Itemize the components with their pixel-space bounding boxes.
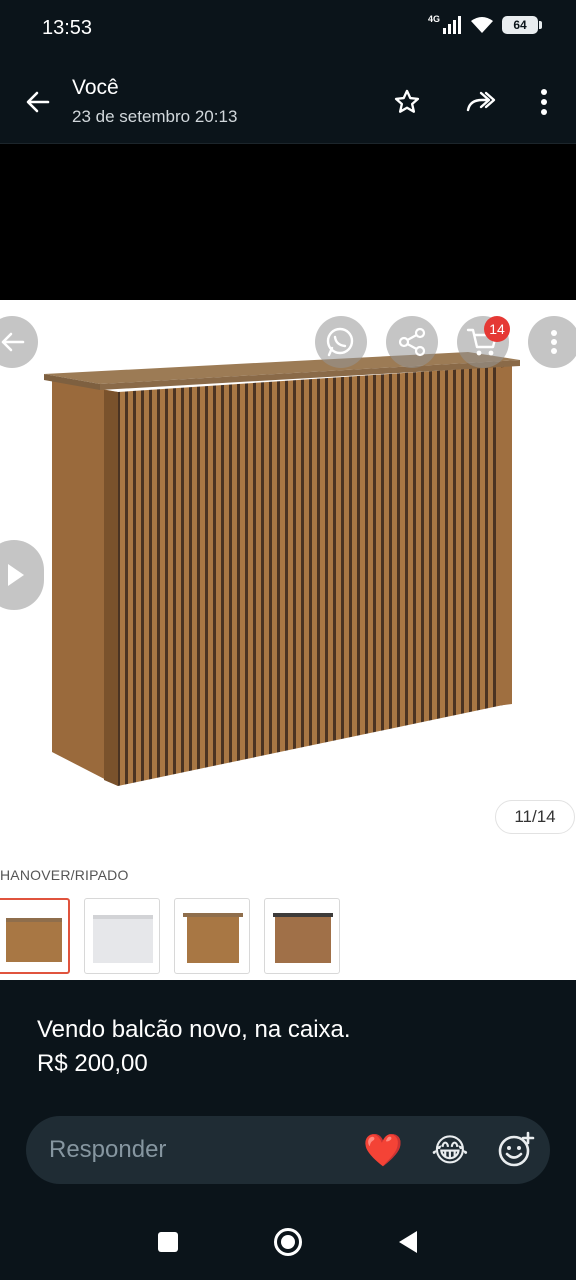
forward-icon (466, 91, 496, 112)
variant-thumbnail[interactable] (0, 898, 70, 974)
battery-indicator: 64 (502, 16, 542, 34)
message-date: 23 de setembro 20:13 (72, 107, 238, 126)
image-more-button[interactable] (528, 316, 576, 368)
play-icon (8, 564, 24, 586)
more-vert-icon (541, 89, 547, 115)
heart-reaction-button[interactable]: ❤️ (361, 1128, 405, 1172)
laugh-reaction-button[interactable]: 😂 (428, 1128, 472, 1172)
wifi-icon (471, 17, 493, 33)
shared-image[interactable]: 14 11/14 HANOVER/RIPADO (0, 300, 576, 980)
reply-input[interactable]: Responder (49, 1136, 166, 1164)
star-icon (394, 89, 420, 113)
product-image (44, 352, 520, 786)
media-letterbox (0, 144, 576, 300)
variant-label: HANOVER/RIPADO (0, 867, 129, 883)
variant-thumbnail[interactable] (174, 898, 250, 974)
recents-icon (158, 1232, 178, 1252)
network-type: 4G (427, 14, 440, 24)
system-back-button[interactable] (388, 1222, 428, 1262)
back-button[interactable] (18, 82, 58, 122)
cart-count-badge: 14 (484, 316, 510, 342)
status-time: 13:53 (42, 17, 93, 39)
more-vert-light-icon (551, 330, 557, 354)
reply-bar[interactable]: Responder ❤️ 😂 (26, 1116, 550, 1184)
home-button[interactable] (268, 1222, 308, 1262)
status-icons: 4G 64 (427, 14, 542, 34)
image-page-counter: 11/14 (495, 800, 575, 834)
home-icon (274, 1228, 302, 1256)
thumbnail-image (273, 913, 333, 963)
share-button[interactable] (386, 316, 438, 368)
caption-price: R$ 200,00 (37, 1050, 148, 1077)
whatsapp-share-button[interactable] (315, 316, 367, 368)
recents-button[interactable] (148, 1222, 188, 1262)
sender-name: Você (72, 76, 119, 99)
thumbnail-image (93, 915, 153, 963)
back-icon (399, 1231, 417, 1253)
forward-button[interactable] (460, 82, 500, 122)
add-reaction-button[interactable] (494, 1128, 538, 1172)
variant-thumbnail[interactable] (84, 898, 160, 974)
thumbnail-image (183, 913, 243, 963)
signal-icon (443, 16, 461, 34)
variant-thumbnail[interactable] (264, 898, 340, 974)
message-caption: Vendo balcão novo, na caixa. R$ 200,00 (0, 982, 576, 1100)
arrow-left-icon (1, 332, 25, 352)
status-bar: 13:53 4G 64 (0, 0, 576, 58)
thumbnail-image (6, 918, 62, 962)
viewer-app-bar: Você 23 de setembro 20:13 (0, 58, 576, 144)
more-options-button[interactable] (524, 82, 564, 122)
whatsapp-icon (326, 327, 354, 357)
system-navigation-bar (0, 1200, 576, 1280)
back-arrow-icon (26, 91, 50, 113)
caption-text: Vendo balcão novo, na caixa. (37, 1016, 351, 1043)
share-icon (398, 327, 426, 357)
star-button[interactable] (387, 82, 427, 122)
emoji-add-icon (498, 1131, 535, 1167)
